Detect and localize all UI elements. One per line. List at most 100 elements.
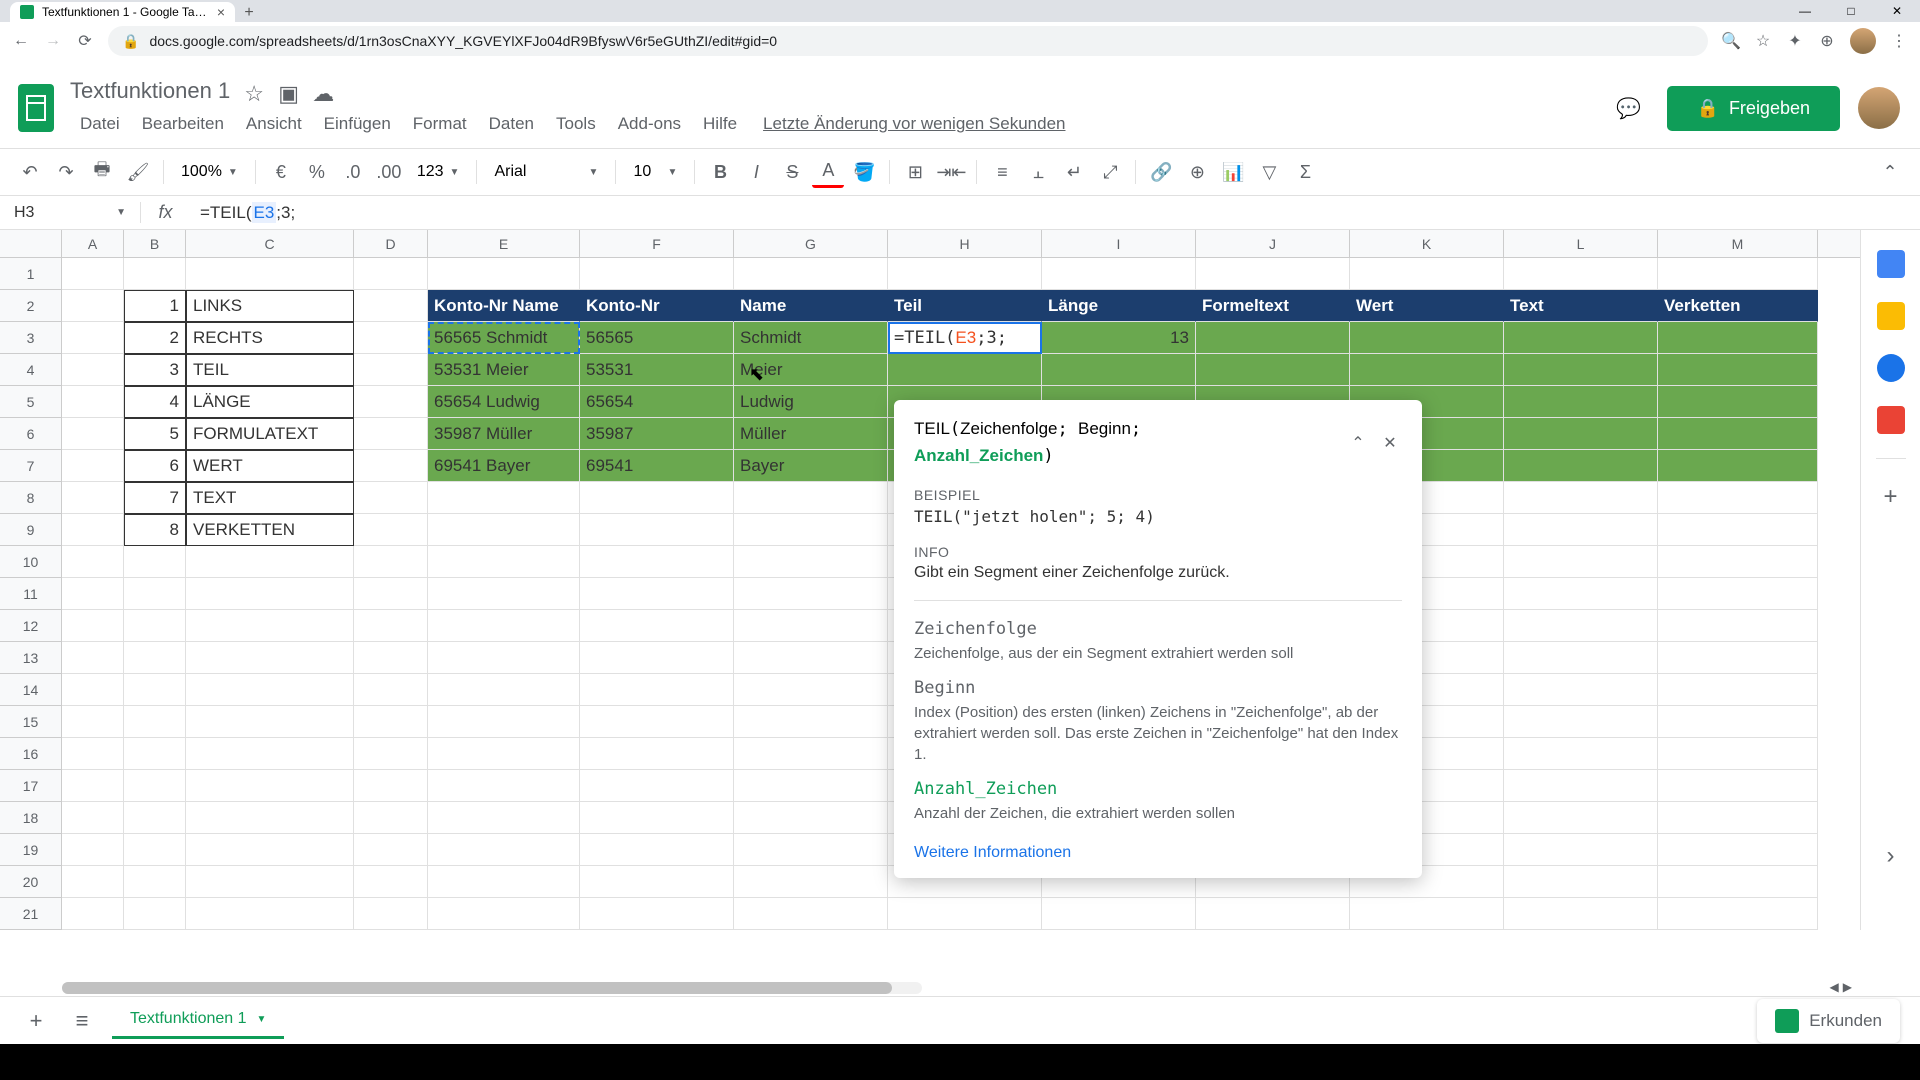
scroll-left-icon[interactable]: ◀ bbox=[1830, 980, 1839, 994]
row-header[interactable]: 7 bbox=[0, 450, 62, 482]
cell-L18[interactable] bbox=[1504, 802, 1658, 834]
cell-F19[interactable] bbox=[580, 834, 734, 866]
menu-bearbeiten[interactable]: Bearbeiten bbox=[132, 110, 234, 138]
collapse-toolbar-button[interactable]: ⌃ bbox=[1874, 156, 1906, 188]
add-sheet-button[interactable]: + bbox=[20, 1005, 52, 1037]
cell-H1[interactable] bbox=[888, 258, 1042, 290]
cell-J3[interactable] bbox=[1196, 322, 1350, 354]
cell-G17[interactable] bbox=[734, 770, 888, 802]
cell-B3[interactable]: 2 bbox=[124, 322, 186, 354]
cell-F13[interactable] bbox=[580, 642, 734, 674]
menu-daten[interactable]: Daten bbox=[479, 110, 544, 138]
move-folder-icon[interactable]: ▣ bbox=[278, 81, 298, 101]
cell-E13[interactable] bbox=[428, 642, 580, 674]
new-tab-button[interactable]: + bbox=[235, 4, 263, 22]
cell-E11[interactable] bbox=[428, 578, 580, 610]
row-header[interactable]: 18 bbox=[0, 802, 62, 834]
cell-F10[interactable] bbox=[580, 546, 734, 578]
cell-M9[interactable] bbox=[1658, 514, 1818, 546]
redo-button[interactable]: ↷ bbox=[50, 156, 82, 188]
cell-A3[interactable] bbox=[62, 322, 124, 354]
cell-C5[interactable]: LÄNGE bbox=[186, 386, 354, 418]
cell-M8[interactable] bbox=[1658, 482, 1818, 514]
cell-M1[interactable] bbox=[1658, 258, 1818, 290]
col-header-a[interactable]: A bbox=[62, 230, 124, 257]
row-header[interactable]: 9 bbox=[0, 514, 62, 546]
cell-G2[interactable]: Name bbox=[734, 290, 888, 322]
cell-B9[interactable]: 8 bbox=[124, 514, 186, 546]
cell-C8[interactable]: TEXT bbox=[186, 482, 354, 514]
sheet-tab-menu-icon[interactable]: ▼ bbox=[257, 1014, 267, 1025]
cell-L2[interactable]: Text bbox=[1504, 290, 1658, 322]
cell-L9[interactable] bbox=[1504, 514, 1658, 546]
cell-E4[interactable]: 53531 Meier bbox=[428, 354, 580, 386]
decimal-less-button[interactable]: .0 bbox=[337, 156, 369, 188]
cell-G4[interactable]: Meier bbox=[734, 354, 888, 386]
col-header-m[interactable]: M bbox=[1658, 230, 1818, 257]
cell-C4[interactable]: TEIL bbox=[186, 354, 354, 386]
cell-G6[interactable]: Müller bbox=[734, 418, 888, 450]
scroll-right-icon[interactable]: ▶ bbox=[1843, 980, 1852, 994]
undo-button[interactable]: ↶ bbox=[14, 156, 46, 188]
cell-M5[interactable] bbox=[1658, 386, 1818, 418]
cell-F15[interactable] bbox=[580, 706, 734, 738]
cell-C1[interactable] bbox=[186, 258, 354, 290]
row-header[interactable]: 2 bbox=[0, 290, 62, 322]
cell-E15[interactable] bbox=[428, 706, 580, 738]
cell-E20[interactable] bbox=[428, 866, 580, 898]
cell-B11[interactable] bbox=[124, 578, 186, 610]
cell-K4[interactable] bbox=[1350, 354, 1504, 386]
link-button[interactable]: 🔗 bbox=[1145, 156, 1177, 188]
cell-L20[interactable] bbox=[1504, 866, 1658, 898]
nav-forward-button[interactable]: → bbox=[44, 32, 62, 50]
row-header[interactable]: 19 bbox=[0, 834, 62, 866]
profile-avatar-icon[interactable] bbox=[1850, 28, 1876, 54]
all-sheets-button[interactable]: ≡ bbox=[66, 1005, 98, 1037]
cell-D19[interactable] bbox=[354, 834, 428, 866]
cell-L10[interactable] bbox=[1504, 546, 1658, 578]
cell-B18[interactable] bbox=[124, 802, 186, 834]
cell-C18[interactable] bbox=[186, 802, 354, 834]
comment-button[interactable]: ⊕ bbox=[1181, 156, 1213, 188]
cell-G9[interactable] bbox=[734, 514, 888, 546]
rotate-button[interactable]: ⤢ bbox=[1094, 156, 1126, 188]
cell-D20[interactable] bbox=[354, 866, 428, 898]
cell-F14[interactable] bbox=[580, 674, 734, 706]
cell-D2[interactable] bbox=[354, 290, 428, 322]
cell-A5[interactable] bbox=[62, 386, 124, 418]
cell-A12[interactable] bbox=[62, 610, 124, 642]
cell-A13[interactable] bbox=[62, 642, 124, 674]
cell-J4[interactable] bbox=[1196, 354, 1350, 386]
cell-M3[interactable] bbox=[1658, 322, 1818, 354]
col-header-c[interactable]: C bbox=[186, 230, 354, 257]
row-header[interactable]: 3 bbox=[0, 322, 62, 354]
select-all-corner[interactable] bbox=[0, 230, 62, 257]
cell-A8[interactable] bbox=[62, 482, 124, 514]
row-header[interactable]: 20 bbox=[0, 866, 62, 898]
cell-G12[interactable] bbox=[734, 610, 888, 642]
col-header-l[interactable]: L bbox=[1504, 230, 1658, 257]
row-header[interactable]: 17 bbox=[0, 770, 62, 802]
cell-M14[interactable] bbox=[1658, 674, 1818, 706]
cell-B8[interactable]: 7 bbox=[124, 482, 186, 514]
number-format-dropdown[interactable]: 123▼ bbox=[409, 163, 468, 181]
cell-J2[interactable]: Formeltext bbox=[1196, 290, 1350, 322]
row-header[interactable]: 10 bbox=[0, 546, 62, 578]
cell-E8[interactable] bbox=[428, 482, 580, 514]
cell-B16[interactable] bbox=[124, 738, 186, 770]
cell-C15[interactable] bbox=[186, 706, 354, 738]
cell-D16[interactable] bbox=[354, 738, 428, 770]
row-header[interactable]: 14 bbox=[0, 674, 62, 706]
cell-L7[interactable] bbox=[1504, 450, 1658, 482]
row-header[interactable]: 11 bbox=[0, 578, 62, 610]
cell-E6[interactable]: 35987 Müller bbox=[428, 418, 580, 450]
cell-B15[interactable] bbox=[124, 706, 186, 738]
cell-B12[interactable] bbox=[124, 610, 186, 642]
cell-J21[interactable] bbox=[1196, 898, 1350, 930]
cell-G14[interactable] bbox=[734, 674, 888, 706]
nav-back-button[interactable]: ← bbox=[12, 32, 30, 50]
cell-F21[interactable] bbox=[580, 898, 734, 930]
cell-B2[interactable]: 1 bbox=[124, 290, 186, 322]
cell-C19[interactable] bbox=[186, 834, 354, 866]
cell-G21[interactable] bbox=[734, 898, 888, 930]
